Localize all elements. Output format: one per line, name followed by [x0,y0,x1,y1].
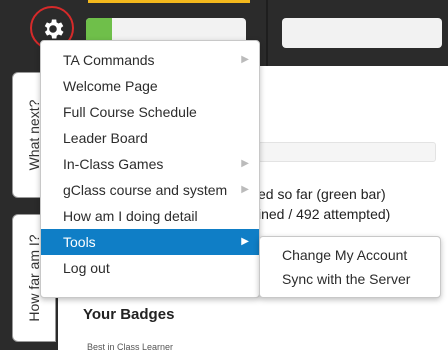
menu-item-in-class-games[interactable]: In-Class Games ▶ [41,151,259,177]
caret-right-icon: ▶ [241,184,249,195]
menu-item-full-course-schedule[interactable]: Full Course Schedule [41,99,259,125]
menu-item-welcome-page[interactable]: Welcome Page [41,73,259,99]
top-bar-divider [266,0,268,66]
submenu-item-sync-with-server[interactable]: Sync with the Server [260,267,440,291]
top-accent-line [88,0,250,3]
menu-item-leader-board[interactable]: Leader Board [41,125,259,151]
menu-item-log-out[interactable]: Log out [41,255,259,281]
menu-item-label: Full Course Schedule [63,104,197,120]
menu-item-tools[interactable]: Tools ▶ [41,229,259,255]
menu-item-ta-commands[interactable]: TA Commands ▶ [41,47,259,73]
menu-item-label: gClass course and system [63,182,228,198]
menu-item-label: How am I doing detail [63,208,198,224]
caret-right-icon: ▶ [241,236,249,247]
menu-item-how-am-i-doing-detail[interactable]: How am I doing detail [41,203,259,229]
caret-right-icon: ▶ [241,54,249,65]
menu-item-label: In-Class Games [63,156,164,172]
submenu-item-change-my-account[interactable]: Change My Account [260,243,440,267]
caret-right-icon: ▶ [241,158,249,169]
tools-submenu: Change My Account Sync with the Server [259,236,441,298]
progress-description-line-2: ined / 492 attempted) [258,206,391,222]
menu-item-label: Log out [63,260,110,276]
gear-icon [44,19,64,39]
top-bar-right-box [282,18,442,48]
badges-heading: Your Badges [83,306,175,323]
menu-item-label: TA Commands [63,52,155,68]
settings-dropdown-menu: TA Commands ▶ Welcome Page Full Course S… [40,40,260,298]
menu-item-gclass-course-and-system[interactable]: gClass course and system ▶ [41,177,259,203]
badge-item: Best in Class Learner [87,342,174,350]
menu-item-label: Leader Board [63,130,148,146]
menu-item-label: Welcome Page [63,78,158,94]
progress-description-line-1: ed so far (green bar) [258,186,386,202]
menu-item-label: Tools [63,234,96,250]
background-input-box [258,142,436,162]
